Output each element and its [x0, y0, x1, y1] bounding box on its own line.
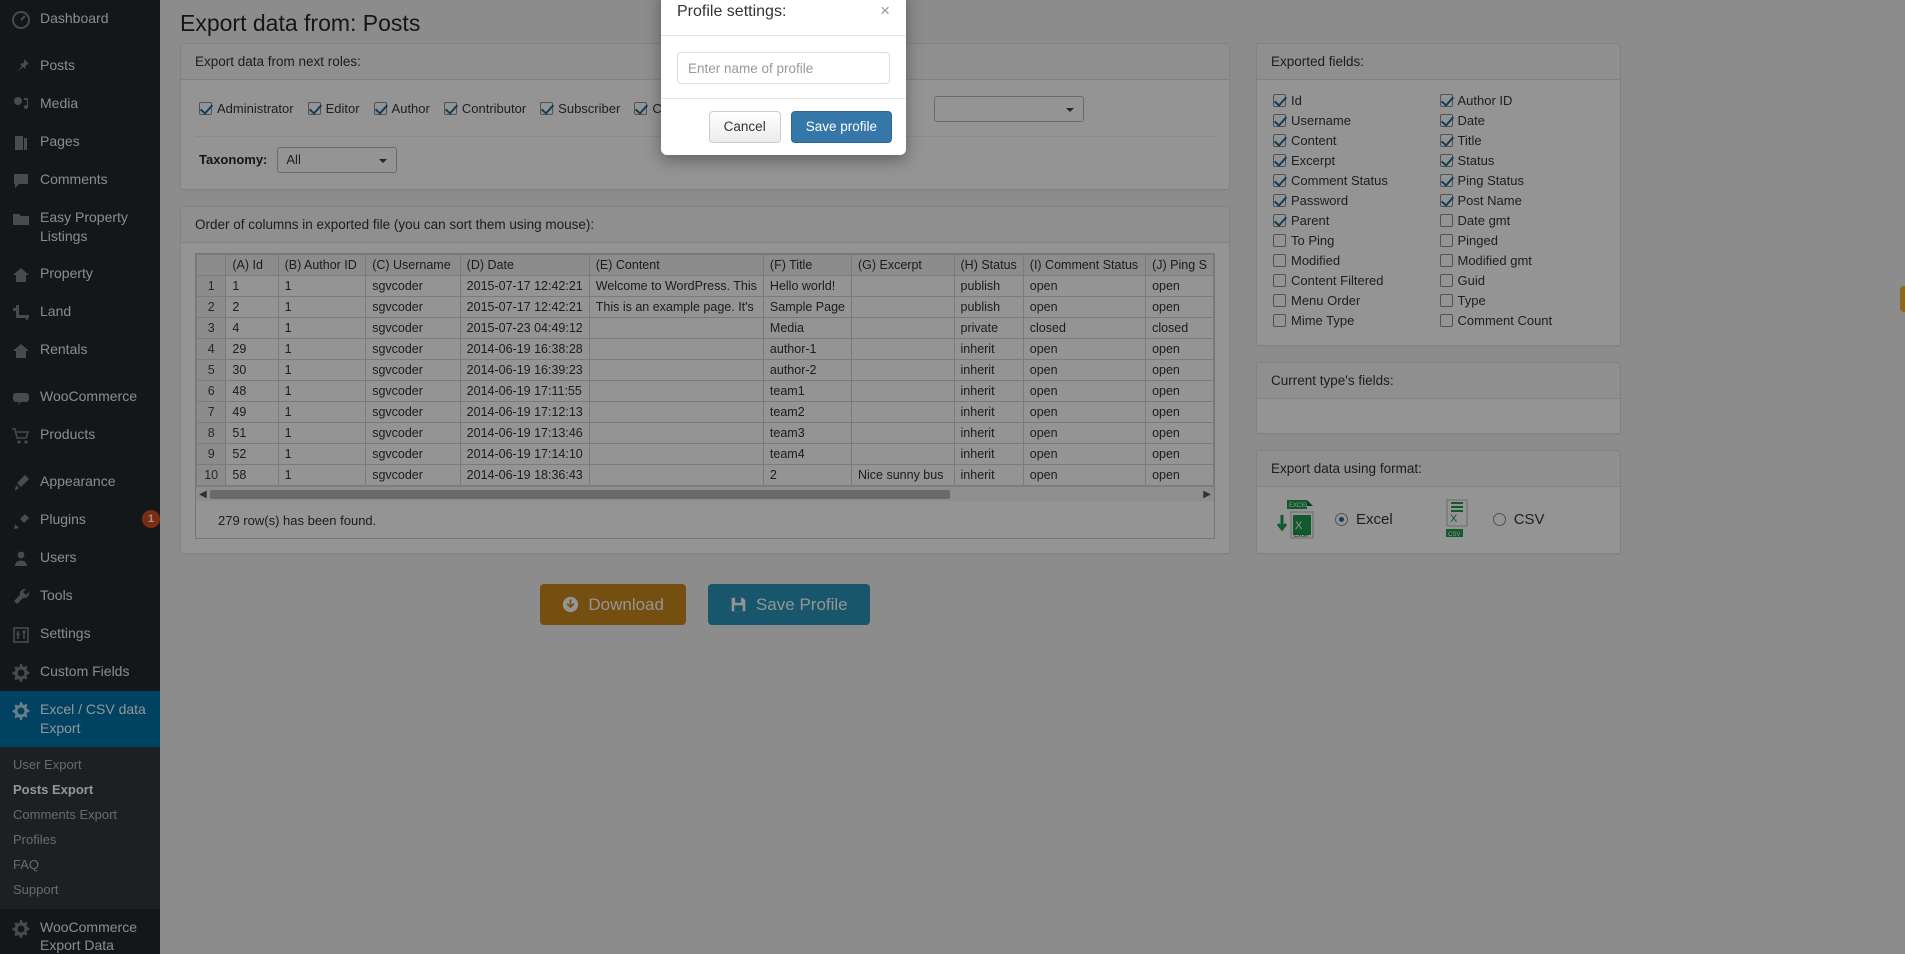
modal-overlay[interactable]: [0, 0, 1905, 954]
profile-settings-modal: Profile settings: × Cancel Save profile: [661, 0, 906, 156]
cancel-button[interactable]: Cancel: [708, 111, 781, 144]
modal-body: [661, 36, 906, 100]
modal-title: Profile settings:: [677, 3, 787, 20]
close-icon[interactable]: ×: [880, 2, 890, 19]
profile-name-input[interactable]: [677, 52, 890, 85]
modal-footer: Cancel Save profile: [661, 99, 906, 155]
save-profile-confirm-button[interactable]: Save profile: [790, 111, 892, 144]
modal-header: Profile settings: ×: [661, 0, 906, 37]
